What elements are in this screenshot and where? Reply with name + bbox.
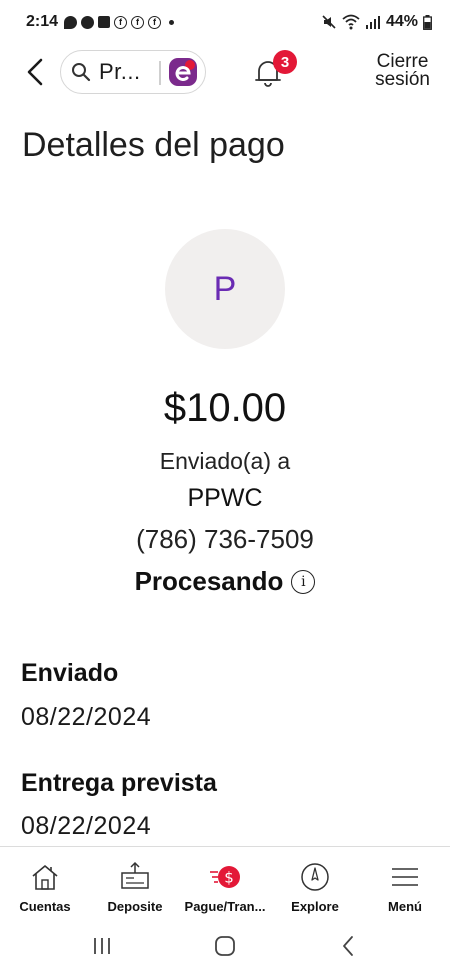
status-left: 2:14 f f f xyxy=(26,13,175,31)
nav-deposit[interactable]: Deposite xyxy=(90,847,180,916)
mute-icon xyxy=(322,15,336,29)
recent-apps-icon xyxy=(93,938,110,954)
compass-icon xyxy=(301,863,329,891)
payment-status: Procesando i xyxy=(0,566,450,597)
system-nav-bar xyxy=(0,916,450,976)
sent-date: 08/22/2024 xyxy=(21,703,152,731)
recipient-phone: (786) 736-7509 xyxy=(136,524,314,554)
app-notification-icon xyxy=(98,16,111,28)
nav-label-deposit: Deposite xyxy=(107,899,163,914)
status-right: 44% xyxy=(321,13,432,31)
recent-apps-button[interactable] xyxy=(77,926,127,966)
facebook-icon: f xyxy=(148,15,162,29)
notifications-badge: 3 xyxy=(273,50,297,74)
recipient-avatar: P xyxy=(165,229,285,349)
nav-menu[interactable]: Menú xyxy=(360,847,450,916)
logout-label-line2: sesión xyxy=(375,69,430,90)
bottom-nav: Cuentas Deposite $ Pague/Tran... Explore xyxy=(0,846,450,916)
chevron-left-icon xyxy=(27,58,43,86)
battery-icon xyxy=(423,14,432,30)
back-system-button[interactable] xyxy=(323,926,373,966)
messenger-icon xyxy=(81,15,95,29)
payment-amount: $10.00 xyxy=(163,386,287,430)
pill-divider xyxy=(159,61,161,85)
erica-assistant-icon[interactable] xyxy=(167,56,199,88)
back-button[interactable] xyxy=(20,54,50,90)
nav-label-menu: Menú xyxy=(388,899,422,914)
sent-label: Enviado xyxy=(21,659,119,687)
status-bar: 2:14 f f f 44% xyxy=(0,0,450,44)
facebook-icon: f xyxy=(114,15,128,29)
pay-transfer-icon: $ xyxy=(210,866,240,888)
nav-explore[interactable]: Explore xyxy=(270,847,360,916)
notification-icons: f f f xyxy=(64,15,175,29)
more-notifications-dot xyxy=(169,19,175,25)
sent-to-label: Enviado(a) a xyxy=(159,448,291,474)
back-arrow-icon xyxy=(343,936,354,956)
home-button[interactable] xyxy=(200,926,250,966)
facebook-icon: f xyxy=(131,15,145,29)
page-title: Detalles del pago xyxy=(22,126,285,164)
info-icon[interactable]: i xyxy=(291,569,316,594)
wifi-icon xyxy=(342,14,360,30)
recipient-name: PPWC xyxy=(187,484,263,512)
search-text: Pr... xyxy=(99,59,141,84)
delivery-label: Entrega prevista xyxy=(21,769,217,797)
battery-percent: 44% xyxy=(385,13,418,30)
svg-text:$: $ xyxy=(224,869,234,887)
menu-icon xyxy=(392,868,418,886)
search-icon xyxy=(72,63,91,82)
nav-label-accounts: Cuentas xyxy=(19,899,71,914)
chat-icon xyxy=(64,15,78,29)
home-icon xyxy=(215,936,235,956)
nav-label-explore: Explore xyxy=(291,899,339,914)
nav-pay-transfer[interactable]: $ Pague/Tran... xyxy=(180,847,270,916)
house-icon xyxy=(32,865,58,890)
logout-button[interactable]: Cierre sesión xyxy=(375,52,430,90)
search-erica-pill[interactable]: Pr... xyxy=(60,50,206,94)
nav-label-pay-transfer: Pague/Tran... xyxy=(184,899,266,914)
avatar-initial: P xyxy=(213,269,237,308)
nav-accounts[interactable]: Cuentas xyxy=(0,847,90,916)
signal-icon xyxy=(365,16,380,29)
delivery-date: 08/22/2024 xyxy=(21,812,152,840)
app-header: Pr... 3 Cierre sesión xyxy=(0,48,450,96)
check-deposit-icon xyxy=(121,861,149,889)
status-time: 2:14 xyxy=(26,13,59,30)
status-label: Procesando xyxy=(134,566,284,596)
